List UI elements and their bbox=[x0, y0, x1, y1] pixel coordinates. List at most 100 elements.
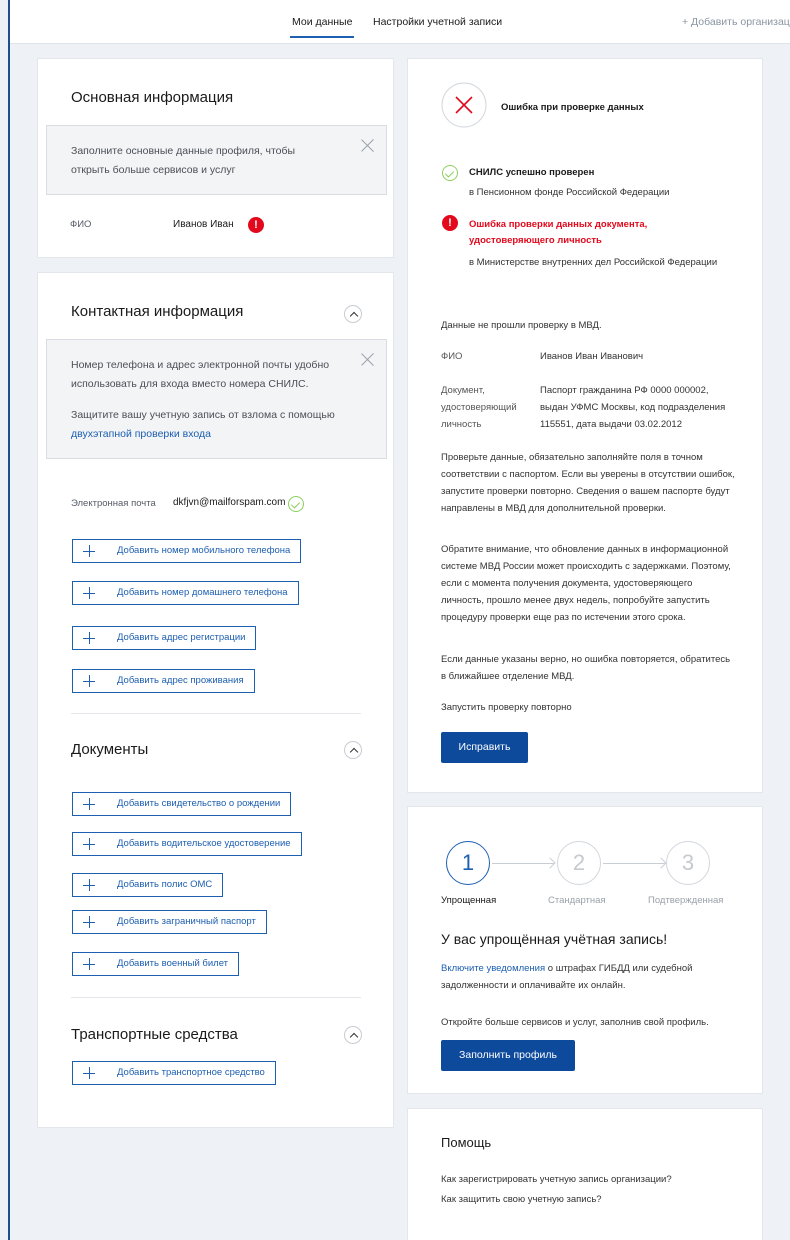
arrow-icon bbox=[603, 863, 665, 864]
button-label: Добавить номер мобильного телефона bbox=[117, 545, 291, 556]
plus-icon bbox=[83, 916, 95, 928]
doc-error-title: Ошибка проверки данных документа, bbox=[469, 219, 648, 230]
add-mobile-phone-button[interactable]: Добавить номер мобильного телефона bbox=[72, 539, 302, 563]
chevron-up-icon[interactable] bbox=[344, 305, 362, 323]
divider bbox=[71, 997, 361, 998]
doc-value-3: 115551, дата выдачи 03.02.2012 bbox=[540, 419, 682, 430]
contact-notice: Номер телефона и адрес электронной почты… bbox=[46, 339, 387, 459]
notifications-text: Включите уведомления о штрафах ГИБДД или… bbox=[441, 960, 741, 977]
open-more-text: Откройте больше сервисов и услуг, заполн… bbox=[441, 1017, 709, 1028]
add-birth-certificate-button[interactable]: Добавить свидетельство о рождении bbox=[72, 792, 292, 816]
snils-sub: в Пенсионном фонде Российской Федерации bbox=[469, 187, 670, 198]
arrow-icon bbox=[492, 863, 554, 864]
doc-value-2: выдан УФМС Москвы, код подразделения bbox=[540, 402, 726, 413]
button-label: Добавить заграничный паспорт bbox=[117, 916, 256, 927]
account-level-title: У вас упрощённая учётная запись! bbox=[441, 931, 668, 947]
help-card: Помощь Как зарегистрировать учетную запи… bbox=[407, 1108, 763, 1240]
basic-info-notice: Заполните основные данные профиля, чтобы… bbox=[46, 125, 387, 195]
notifications-text-2: задолженности и оплачивайте их онлайн. bbox=[441, 980, 626, 991]
button-label: Добавить свидетельство о рождении bbox=[117, 798, 281, 809]
button-label: Добавить военный билет bbox=[117, 958, 229, 969]
help-title: Помощь bbox=[441, 1135, 492, 1150]
add-organization-link[interactable]: + Добавить организацию bbox=[682, 16, 790, 28]
step-3-label: Подтвержденная bbox=[648, 895, 724, 906]
button-label: Добавить номер домашнего телефона bbox=[117, 587, 288, 598]
verification-card: Ошибка при проверке данных СНИЛС успешно… bbox=[407, 58, 763, 793]
vehicles-title: Транспортные средства bbox=[71, 1026, 238, 1043]
error-cross-icon bbox=[441, 82, 487, 128]
fio-label: ФИО bbox=[441, 351, 463, 362]
error-icon: ! bbox=[248, 217, 264, 233]
check-icon bbox=[442, 165, 458, 181]
contact-info-title: Контактная информация bbox=[71, 303, 244, 320]
close-icon[interactable] bbox=[361, 138, 375, 152]
tab-account-settings[interactable]: Настройки учетной записи bbox=[373, 16, 502, 28]
verification-header: Ошибка при проверке данных bbox=[501, 102, 644, 113]
snils-title: СНИЛС успешно проверен bbox=[469, 167, 595, 178]
add-residence-address-button[interactable]: Добавить адрес проживания bbox=[72, 669, 255, 693]
plus-icon bbox=[83, 879, 95, 891]
contact-notice-text-2: Защитите вашу учетную запись от взлома с… bbox=[71, 409, 335, 421]
fill-profile-button[interactable]: Заполнить профиль bbox=[441, 1040, 575, 1071]
doc-value: Паспорт гражданина РФ 0000 000002, bbox=[540, 385, 709, 396]
step-3-icon: 3 bbox=[666, 841, 710, 885]
plus-icon bbox=[83, 675, 95, 687]
check-paragraph: Проверьте данные, обязательно заполняйте… bbox=[441, 452, 735, 514]
button-label: Добавить адрес регистрации bbox=[117, 632, 246, 643]
plus-icon bbox=[83, 545, 95, 557]
plus-icon bbox=[83, 838, 95, 850]
step-2-icon: 2 bbox=[557, 841, 601, 885]
error-icon: ! bbox=[442, 215, 458, 231]
add-home-phone-button[interactable]: Добавить номер домашнего телефона bbox=[72, 581, 299, 605]
plus-icon bbox=[83, 587, 95, 599]
plus-icon bbox=[83, 1067, 95, 1079]
close-icon[interactable] bbox=[361, 352, 375, 366]
documents-title: Документы bbox=[71, 741, 149, 758]
button-label: Добавить водительское удостоверение bbox=[117, 838, 291, 849]
doc-error-sub: в Министерстве внутренних дел Российской… bbox=[469, 257, 718, 268]
fio-value: Иванов Иван bbox=[173, 219, 234, 230]
check-icon bbox=[288, 496, 304, 512]
plus-icon bbox=[83, 798, 95, 810]
add-foreign-passport-button[interactable]: Добавить заграничный паспорт bbox=[72, 910, 267, 934]
doc-label-2: удостоверяющий bbox=[441, 402, 517, 413]
basic-info-card: Основная информация Заполните основные д… bbox=[37, 58, 394, 258]
delay-paragraph: Обратите внимание, что обновление данных… bbox=[441, 544, 731, 623]
plus-icon bbox=[83, 632, 95, 644]
button-label: Добавить полис ОМС bbox=[117, 879, 213, 890]
basic-info-title: Основная информация bbox=[71, 89, 234, 106]
divider bbox=[71, 713, 361, 714]
help-link-register-org[interactable]: Как зарегистрировать учетную запись орга… bbox=[441, 1171, 672, 1188]
top-navigation: Мои данные Настройки учетной записи + До… bbox=[10, 0, 790, 44]
fio-label: ФИО bbox=[70, 219, 92, 230]
contact-mvd-paragraph: Если данные указаны верно, но ошибка пов… bbox=[441, 654, 731, 682]
tab-my-data[interactable]: Мои данные bbox=[289, 16, 355, 38]
step-1-icon: 1 bbox=[446, 841, 490, 885]
contact-notice-text: Номер телефона и адрес электронной почты… bbox=[71, 359, 330, 390]
help-link-protect-account[interactable]: Как защитить свою учетную запись? bbox=[441, 1191, 602, 1208]
basic-info-notice-text: Заполните основные данные профиля, чтобы… bbox=[71, 145, 296, 176]
add-registration-address-button[interactable]: Добавить адрес регистрации bbox=[72, 626, 257, 650]
chevron-up-icon[interactable] bbox=[344, 1026, 362, 1044]
button-label: Добавить транспортное средство bbox=[117, 1067, 265, 1078]
doc-label: Документ, bbox=[441, 385, 485, 396]
fio-value: Иванов Иван Иванович bbox=[540, 351, 644, 362]
notifications-link[interactable]: Включите уведомления bbox=[441, 963, 545, 974]
chevron-up-icon[interactable] bbox=[344, 741, 362, 759]
failed-text: Данные не прошли проверку в МВД. bbox=[441, 320, 602, 331]
doc-error-title-2: удостоверяющего личность bbox=[469, 235, 602, 246]
account-level-card: 1 2 3 Упрощенная Стандартная Подтвержден… bbox=[407, 806, 763, 1094]
retry-link[interactable]: Запустить проверку повторно bbox=[441, 699, 572, 716]
step-1-label: Упрощенная bbox=[441, 895, 497, 906]
email-label: Электронная почта bbox=[71, 498, 156, 509]
add-oms-policy-button[interactable]: Добавить полис ОМС bbox=[72, 873, 224, 897]
add-drivers-license-button[interactable]: Добавить водительское удостоверение bbox=[72, 832, 302, 856]
email-value: dkfjvn@mailforspam.com bbox=[173, 497, 286, 508]
add-vehicle-button[interactable]: Добавить транспортное средство bbox=[72, 1061, 276, 1085]
contacts-documents-card: Контактная информация Номер телефона и а… bbox=[37, 272, 394, 1128]
fix-button[interactable]: Исправить bbox=[441, 732, 528, 763]
add-military-id-button[interactable]: Добавить военный билет bbox=[72, 952, 240, 976]
two-step-link[interactable]: двухэтапной проверки входа bbox=[71, 425, 336, 444]
plus-icon bbox=[83, 958, 95, 970]
step-2-label: Стандартная bbox=[548, 895, 606, 906]
